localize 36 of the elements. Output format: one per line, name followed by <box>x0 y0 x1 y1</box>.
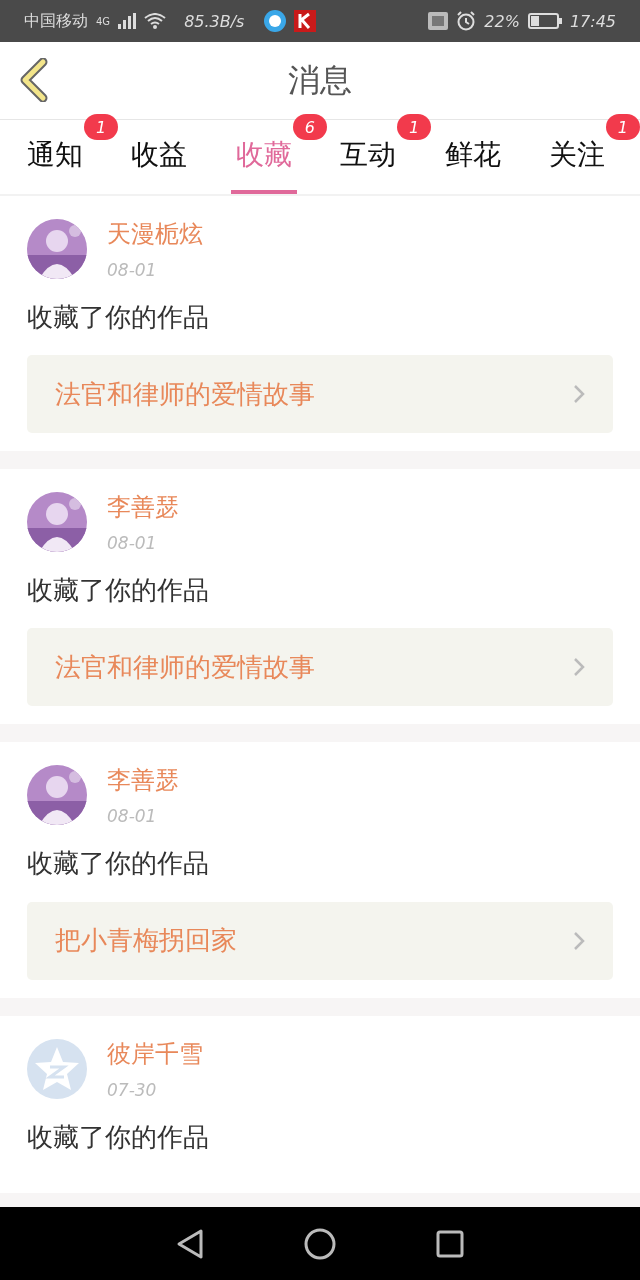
user-name: 彼岸千雪 <box>107 1038 203 1070</box>
wifi-icon <box>144 13 167 29</box>
message-date: 08-01 <box>107 533 158 554</box>
message-text: 收藏了你的作品 <box>27 575 210 607</box>
home-nav-button[interactable] <box>304 1227 336 1260</box>
alarm-icon <box>456 11 477 31</box>
tab[interactable]: 鲜花 <box>439 120 506 194</box>
chevron-right-icon <box>573 384 585 405</box>
carrier-name: 中国移动 <box>24 10 88 32</box>
back-nav-button[interactable] <box>176 1227 204 1260</box>
page-title: 消息 <box>288 59 352 101</box>
network-speed: 85.3B/s <box>184 11 245 31</box>
music-app-icon <box>264 10 287 32</box>
tab[interactable]: 收益 <box>126 120 193 194</box>
user-name: 李善瑟 <box>107 492 179 524</box>
battery-icon <box>527 13 562 29</box>
message-date: 08-01 <box>107 806 158 827</box>
clock-time: 17:45 <box>569 11 616 31</box>
count-badge: 6 <box>292 114 327 140</box>
count-badge: 1 <box>84 114 118 140</box>
message-date: 08-01 <box>107 260 158 280</box>
count-badge: 1 <box>397 114 432 140</box>
message-date: 07-30 <box>107 1079 158 1100</box>
message-text: 收藏了你的作品 <box>27 302 210 334</box>
signal-icon <box>118 13 137 29</box>
user-name: 李善瑟 <box>107 765 179 797</box>
message-text: 收藏了你的作品 <box>27 848 210 880</box>
chevron-right-icon <box>573 930 585 951</box>
user-name: 天漫栀炫 <box>107 219 203 250</box>
count-badge: 1 <box>605 114 640 140</box>
network-type: 4G <box>96 15 111 27</box>
chevron-right-icon <box>573 657 585 678</box>
message-text: 收藏了你的作品 <box>27 1121 210 1153</box>
battery-percent: 22% <box>484 11 520 31</box>
recents-nav-button[interactable] <box>436 1229 464 1258</box>
app-icon <box>294 10 317 32</box>
